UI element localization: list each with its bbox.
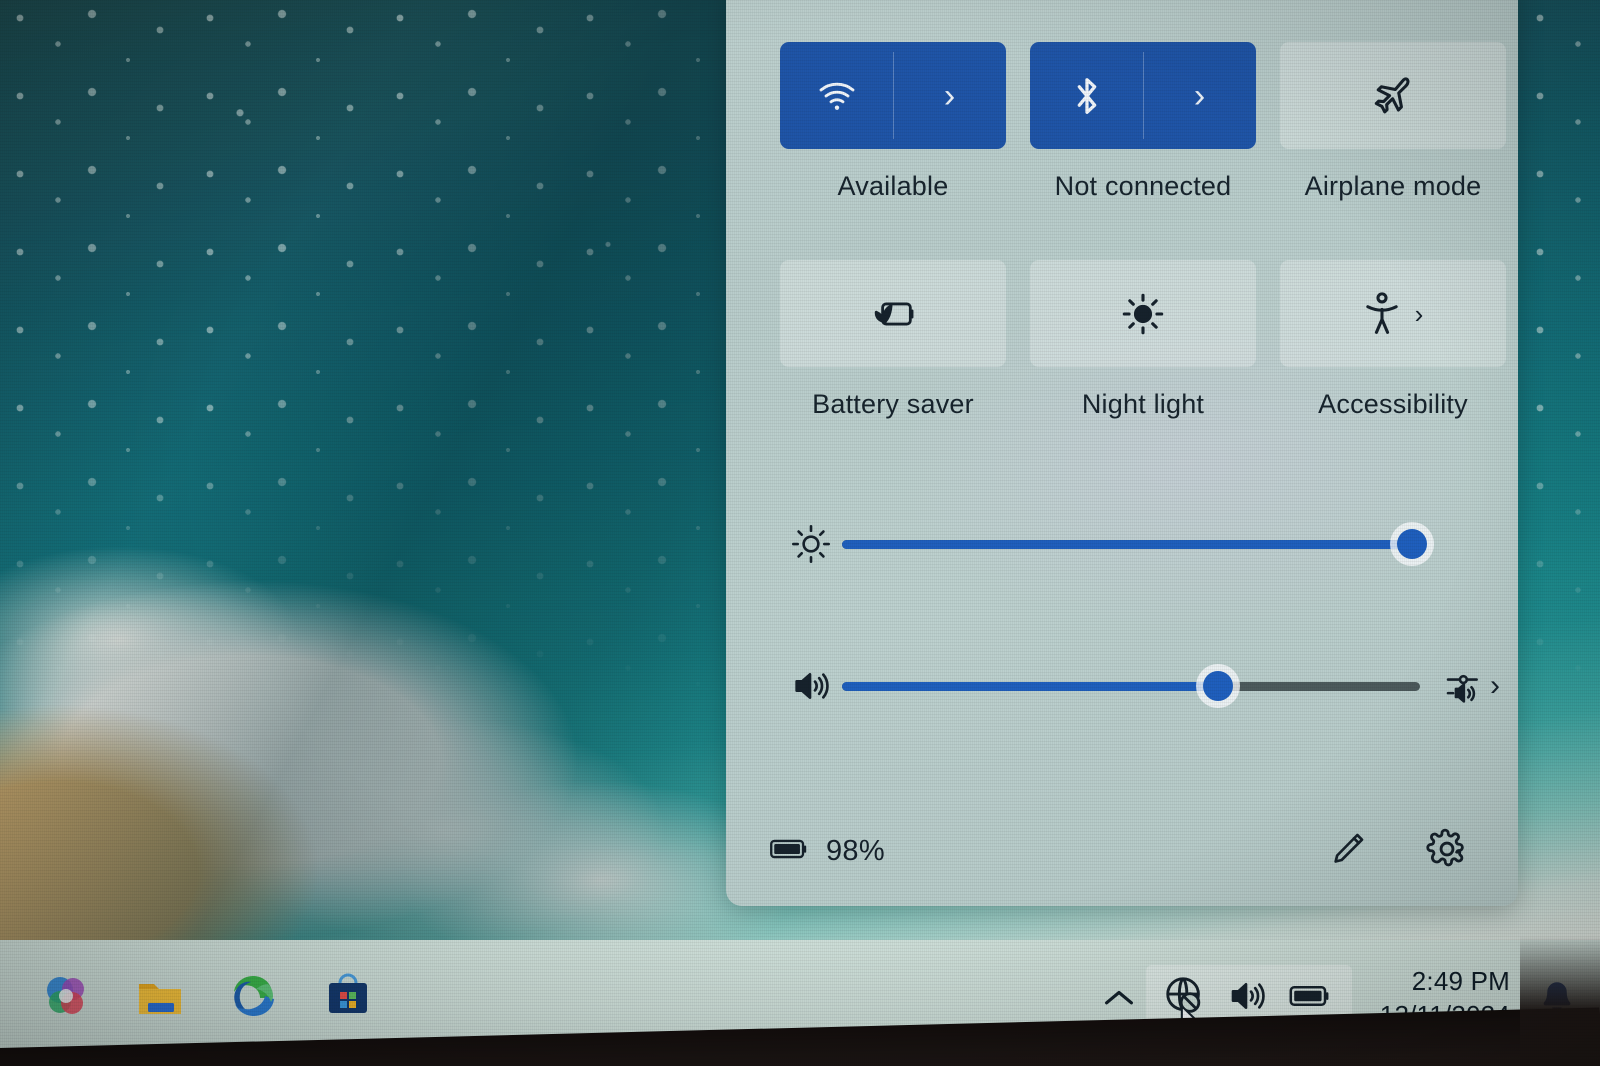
airplane-icon (1369, 73, 1417, 119)
audio-output-selector-button[interactable]: › (1426, 666, 1518, 706)
pencil-icon (1328, 828, 1368, 875)
edge-icon[interactable] (228, 970, 280, 1022)
battery-full-icon (768, 836, 812, 867)
quick-settings-panel: › Available › Not connected Airplane mod… (726, 0, 1518, 906)
quick-tile-battery-saver-cell: Battery saver (780, 260, 1006, 420)
brightness-slider-fill (842, 539, 1412, 549)
copilot-icon[interactable] (40, 970, 92, 1022)
quick-tile-airplane-mode[interactable] (1280, 42, 1506, 149)
tray-overflow-chevron-icon[interactable] (1092, 971, 1146, 1025)
battery-saver-toggle-half[interactable] (780, 260, 1006, 367)
brightness-icon (780, 523, 842, 565)
quick-tile-night-light[interactable] (1030, 260, 1256, 367)
brightness-slider-row (726, 514, 1518, 574)
battery-leaf-icon (867, 296, 919, 332)
bluetooth-expand-half[interactable]: › (1143, 42, 1256, 149)
quick-tile-wifi[interactable]: › (780, 42, 1006, 149)
quick-tile-wifi-cell: › Available (780, 42, 1006, 202)
chevron-right-icon: › (1490, 669, 1500, 702)
bluetooth-toggle-half[interactable] (1030, 42, 1143, 149)
accessibility-icon (1363, 291, 1401, 337)
notification-bell-icon[interactable] (1540, 979, 1574, 1017)
speaker-icon[interactable] (1226, 976, 1268, 1021)
wifi-icon (813, 76, 861, 116)
quick-settings-row-1: › Available › Not connected Airplane mod… (726, 42, 1518, 202)
quick-tile-wifi-label: Available (837, 171, 949, 201)
volume-slider-thumb[interactable] (1202, 671, 1233, 701)
quick-tile-bluetooth[interactable]: › (1030, 42, 1256, 149)
volume-slider-fill (842, 681, 1218, 691)
quick-settings-row-2: Battery saver Night light › Accessibilit… (726, 260, 1518, 420)
edit-quick-settings-button[interactable] (1328, 828, 1368, 875)
laptop-screen: › Available › Not connected Airplane mod… (0, 0, 1600, 1066)
tray-date: 12/11/2024 (1379, 1000, 1510, 1030)
tile-divider (893, 52, 894, 139)
brightness-slider-thumb[interactable] (1397, 529, 1427, 559)
system-tray: 2:49 PM 12/11/2024 (1092, 964, 1600, 1033)
settings-button[interactable] (1426, 828, 1468, 875)
quick-tile-battery-saver[interactable] (780, 260, 1006, 367)
wifi-expand-half[interactable]: › (893, 42, 1006, 149)
tile-divider (1143, 52, 1144, 139)
quick-tile-bluetooth-label: Not connected (1054, 171, 1232, 201)
taskbar-app-icons (0, 970, 374, 1022)
quick-tile-battery-saver-label: Battery saver (812, 389, 974, 419)
quick-tile-accessibility-label: Accessibility (1318, 389, 1468, 419)
quick-tile-airplane-label: Airplane mode (1304, 171, 1482, 201)
volume-slider[interactable] (842, 671, 1420, 701)
quick-tile-bluetooth-cell: › Not connected (1030, 42, 1256, 202)
quick-settings-footer-actions (1328, 828, 1468, 875)
clock-and-date[interactable]: 2:49 PM 12/11/2024 (1380, 964, 1510, 1033)
quick-tile-accessibility[interactable]: › (1280, 260, 1506, 367)
quick-tile-night-light-label: Night light (1081, 389, 1205, 419)
night-light-toggle-half[interactable] (1030, 260, 1256, 367)
gear-icon (1426, 828, 1468, 875)
wifi-toggle-half[interactable] (780, 42, 893, 149)
battery-status[interactable]: 98% (768, 835, 885, 868)
battery-full-icon[interactable] (1286, 982, 1336, 1015)
bluetooth-icon (1070, 73, 1104, 119)
airplane-toggle-half[interactable] (1280, 42, 1506, 149)
taskbar: 2:49 PM 12/11/2024 (0, 940, 1600, 1066)
tray-time: 2:49 PM (1411, 965, 1510, 996)
accessibility-toggle-half[interactable]: › (1280, 260, 1506, 367)
chevron-right-icon: › (943, 76, 956, 115)
quick-tile-accessibility-cell: › Accessibility (1280, 260, 1506, 420)
tray-status-cluster[interactable] (1145, 964, 1352, 1032)
battery-percent-label: 98% (826, 834, 885, 867)
globe-no-internet-icon[interactable] (1162, 973, 1208, 1024)
quick-tile-night-light-cell: Night light (1030, 260, 1256, 420)
chevron-right-icon: › (1414, 298, 1424, 329)
speaker-icon (780, 666, 842, 706)
file-explorer-icon[interactable] (134, 970, 186, 1022)
chevron-right-icon: › (1193, 76, 1206, 115)
quick-settings-footer: 98% (726, 796, 1518, 906)
quick-tile-airplane-cell: Airplane mode (1280, 42, 1506, 202)
microsoft-store-icon[interactable] (322, 970, 374, 1022)
brightness-slider[interactable] (842, 529, 1427, 559)
brightness-icon (1121, 292, 1165, 336)
volume-slider-row: › (726, 656, 1518, 716)
